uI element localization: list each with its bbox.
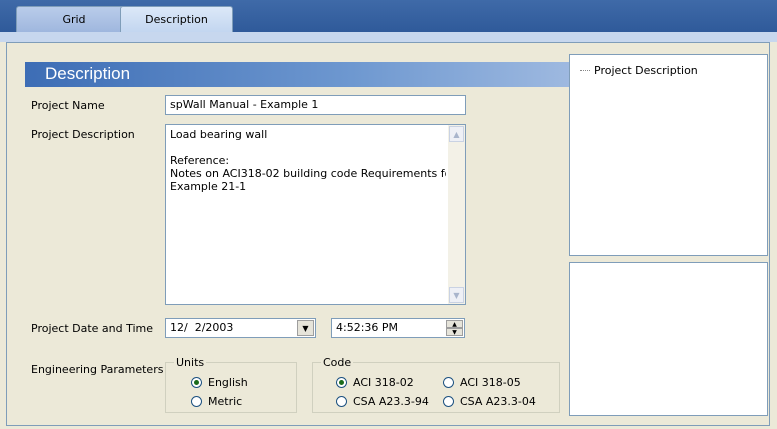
units-english-radio[interactable]: English (191, 376, 248, 389)
project-date-time-label: Project Date and Time (31, 322, 154, 335)
description-scrollbar[interactable]: ▲ ▼ (448, 125, 465, 304)
units-group-title: Units (174, 356, 207, 369)
project-description-text: Load bearing wall Reference: Notes on AC… (170, 128, 446, 193)
tab-description[interactable]: Description (120, 6, 233, 32)
tab-grid-label: Grid (62, 13, 86, 26)
details-panel (569, 262, 768, 416)
code-aci-318-05-label: ACI 318-05 (460, 376, 521, 389)
units-english-label: English (208, 376, 248, 389)
tree-connector (580, 70, 590, 71)
tab-strip: Grid Description (0, 0, 777, 32)
chevron-down-icon[interactable]: ▼ (297, 320, 314, 336)
project-time-spinner[interactable]: 4:52:36 PM ▲ ▼ (331, 318, 465, 338)
scroll-up-icon[interactable]: ▲ (449, 126, 464, 142)
engineering-parameters-label: Engineering Parameters (31, 363, 164, 376)
scroll-down-icon[interactable]: ▼ (449, 287, 464, 303)
code-group: Code ACI 318-02 ACI 318-05 CSA A23.3-94 … (312, 356, 560, 413)
project-date-value: 12/ 2/2003 (170, 321, 234, 334)
project-description-label: Project Description (31, 128, 135, 141)
units-group: Units English Metric (165, 356, 297, 413)
radio-empty-icon (443, 377, 454, 388)
code-csa-a23-3-94-radio[interactable]: CSA A23.3-94 (336, 395, 429, 408)
tree-item-project-description[interactable]: Project Description (580, 64, 698, 77)
project-time-value: 4:52:36 PM (336, 321, 399, 334)
code-csa-a23-3-04-radio[interactable]: CSA A23.3-04 (443, 395, 536, 408)
radio-empty-icon (336, 396, 347, 407)
tab-grid[interactable]: Grid (16, 6, 132, 32)
radio-empty-icon (443, 396, 454, 407)
tab-description-label: Description (145, 13, 208, 26)
time-spin-buttons[interactable]: ▲ ▼ (446, 320, 463, 336)
code-group-title: Code (321, 356, 354, 369)
section-header: Description (25, 62, 570, 87)
project-date-picker[interactable]: 12/ 2/2003 ▼ (165, 318, 316, 338)
project-description-textarea[interactable]: Load bearing wall Reference: Notes on AC… (165, 124, 466, 305)
tab-underline-band (0, 32, 777, 42)
units-metric-label: Metric (208, 395, 243, 408)
project-tree-panel: Project Description (569, 54, 768, 256)
section-title: Description (45, 64, 131, 83)
spin-down-icon[interactable]: ▼ (446, 328, 463, 336)
code-aci-318-02-radio[interactable]: ACI 318-02 (336, 376, 414, 389)
code-aci-318-05-radio[interactable]: ACI 318-05 (443, 376, 521, 389)
code-csa-a23-3-94-label: CSA A23.3-94 (353, 395, 429, 408)
tree-item-label: Project Description (594, 64, 698, 77)
radio-selected-icon (191, 377, 202, 388)
radio-selected-icon (336, 377, 347, 388)
project-name-input[interactable]: spWall Manual - Example 1 (165, 95, 466, 115)
spin-up-icon[interactable]: ▲ (446, 320, 463, 328)
units-metric-radio[interactable]: Metric (191, 395, 242, 408)
code-csa-a23-3-04-label: CSA A23.3-04 (460, 395, 536, 408)
project-name-label: Project Name (31, 99, 105, 112)
code-aci-318-02-label: ACI 318-02 (353, 376, 414, 389)
radio-empty-icon (191, 396, 202, 407)
